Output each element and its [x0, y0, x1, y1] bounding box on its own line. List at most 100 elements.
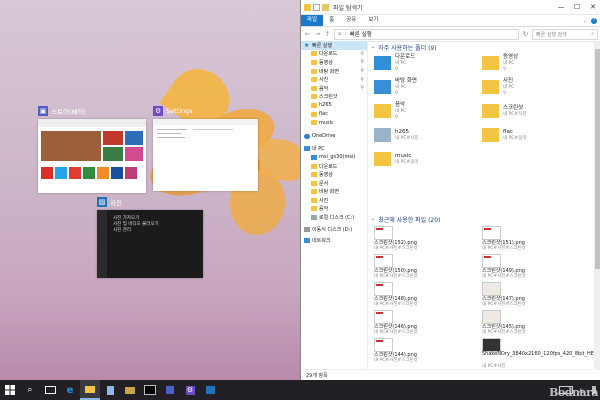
frequent-folder-item[interactable]: 다운로드 내 PC ⚲: [374, 53, 474, 73]
taskbar-explorer-2[interactable]: [120, 380, 140, 400]
recent-file-item[interactable]: 스크린샷(152).png 내 PC#사진#스크린샷: [374, 226, 479, 251]
gear-icon: ⚙: [185, 385, 195, 395]
nav-item[interactable]: 바탕 화면 ⚲: [301, 67, 367, 76]
snap-thumb-photos[interactable]: ▨ 사진 사진 가져오기 사진 및 비디오 불러오기 사진 관리: [97, 196, 203, 278]
recent-file-item[interactable]: 스크린샷(146).png 내 PC#사진#스크린샷: [374, 310, 479, 335]
pin-icon[interactable]: ⚲: [395, 91, 417, 97]
recent-file-item[interactable]: 스크린샷(151).png 내 PC#사진#스크린샷: [482, 226, 587, 251]
frequent-folder-item[interactable]: 음악 내 PC ⚲: [374, 101, 474, 121]
snap-thumb-settings[interactable]: ⚙ Settings: [153, 105, 258, 191]
nav-pc-item[interactable]: 음악: [301, 205, 367, 214]
nav-pc-item[interactable]: 로컬 디스크 (C:): [301, 213, 367, 222]
frequent-folder-item[interactable]: 동영상 내 PC ⚲: [482, 53, 582, 73]
taskbar-file-explorer[interactable]: [80, 380, 100, 400]
nav-item[interactable]: music: [301, 118, 367, 127]
pin-icon[interactable]: ⚲: [360, 51, 364, 57]
start-button[interactable]: [0, 380, 20, 400]
ribbon-expand-icon[interactable]: ⌄: [583, 18, 587, 24]
pin-icon[interactable]: ⚲: [503, 91, 514, 97]
vertical-scrollbar[interactable]: [594, 41, 600, 369]
navigation-pane: ★ 빠른 실행 다운로드 ⚲ 동영상 ⚲ 바탕 화면 ⚲ 사진 ⚲ 음악 ⚲ 스크린샷 h265 fla…: [301, 41, 368, 369]
pin-icon[interactable]: ⚲: [395, 67, 415, 73]
nav-label: 동영상: [319, 172, 333, 179]
folder-icon[interactable]: [304, 3, 311, 11]
taskbar-photos[interactable]: [200, 380, 220, 400]
folder-icon: [311, 59, 317, 65]
minimize-button[interactable]: —: [553, 3, 569, 11]
tab-file[interactable]: 파일: [301, 15, 324, 26]
recent-files-header[interactable]: ⌄ 최근에 사용한 파일 (20): [368, 214, 440, 224]
taskbar-store[interactable]: [160, 380, 180, 400]
nav-item[interactable]: 동영상 ⚲: [301, 58, 367, 67]
drive-icon: [311, 215, 317, 221]
taskbar-edge[interactable]: e: [60, 380, 80, 400]
recent-file-item[interactable]: 스크린샷(147).png 내 PC#사진#스크린샷: [482, 282, 587, 307]
snap-thumb-store[interactable]: ▣ 스토어(베타): [38, 105, 146, 193]
pin-icon[interactable]: ⚲: [360, 77, 364, 83]
nav-onedrive[interactable]: OneDrive: [301, 132, 367, 141]
nav-pc-item[interactable]: msi_gs30(msi): [301, 153, 367, 162]
pin-icon[interactable]: ⚲: [360, 59, 364, 65]
nav-label: 빠른 실행: [312, 42, 332, 49]
tab-view[interactable]: 보기: [362, 15, 384, 26]
nav-pc-item[interactable]: 사진: [301, 196, 367, 205]
pin-icon[interactable]: ⚲: [503, 67, 518, 73]
close-button[interactable]: ✕: [585, 3, 600, 11]
search-button[interactable]: ⌕: [20, 380, 40, 400]
frequent-folders-header[interactable]: ⌄ 자주 사용하는 폴더 (9): [368, 42, 437, 52]
pin-icon[interactable]: ⚲: [360, 68, 364, 74]
refresh-icon[interactable]: ↻: [522, 30, 529, 38]
pin-icon[interactable]: ⚲: [395, 115, 406, 121]
maximize-button[interactable]: ☐: [569, 3, 585, 11]
forward-arrow-icon[interactable]: →: [314, 30, 321, 38]
windows-logo-icon: [5, 385, 15, 395]
nav-quick-access[interactable]: ★ 빠른 실행: [301, 41, 367, 50]
help-icon[interactable]: ?: [591, 17, 597, 24]
up-arrow-icon[interactable]: ↑: [324, 30, 331, 38]
nav-pc-item[interactable]: 다운로드: [301, 162, 367, 171]
recent-file-item[interactable]: 스크린샷(145).png 내 PC#사진#스크린샷: [482, 310, 587, 335]
address-bar[interactable]: ⌂ › 빠른 실행: [334, 28, 519, 40]
recent-file-item[interactable]: 스크린샷(149).png 내 PC#사진#스크린샷: [482, 254, 587, 279]
taskbar-cmd[interactable]: [140, 380, 160, 400]
nav-removable-disk[interactable]: 이동식 디스크 (D:): [301, 225, 367, 234]
image-thumbnail-icon: [374, 226, 393, 240]
file-location: 내 PC#사진#스크린샷: [374, 246, 418, 251]
nav-pc-item[interactable]: 바탕 화면: [301, 188, 367, 197]
recent-file-item[interactable]: 스크린샷(150).png 내 PC#사진#스크린샷: [374, 254, 479, 279]
photos-preview-text: 사진 관리: [113, 228, 131, 233]
frequent-folder-item[interactable]: music 내 PC#음악: [374, 149, 474, 169]
nav-network[interactable]: 네트워크: [301, 236, 367, 245]
folder-location: 내 PC#음악: [395, 159, 419, 165]
nav-item[interactable]: 사진 ⚲: [301, 75, 367, 84]
file-location: 내 PC#사진#스크린샷: [482, 274, 526, 279]
nav-this-pc[interactable]: 내 PC: [301, 145, 367, 154]
taskbar-settings[interactable]: ⚙: [180, 380, 200, 400]
frequent-folder-item[interactable]: 바탕 화면 내 PC ⚲: [374, 77, 474, 97]
nav-label: 문서: [319, 180, 329, 187]
frequent-folder-item[interactable]: 스크린샷 내 PC#사진: [482, 101, 582, 121]
recent-file-item[interactable]: 스크린샷(144).png 내 PC#사진#스크린샷: [374, 338, 479, 363]
new-folder-icon[interactable]: [322, 3, 329, 11]
nav-item[interactable]: flac: [301, 110, 367, 119]
recent-file-item[interactable]: ShakeNDry_3840x2160_120fps_420_8bit_HEVC…: [482, 338, 594, 369]
nav-item[interactable]: 음악 ⚲: [301, 84, 367, 93]
tab-share[interactable]: 공유: [340, 15, 362, 26]
nav-item[interactable]: h265: [301, 101, 367, 110]
search-input[interactable]: 빠른 실행 검색 ⌕: [532, 28, 598, 40]
tab-home[interactable]: 홈: [323, 15, 340, 26]
frequent-folder-item[interactable]: 사진 내 PC ⚲: [482, 77, 582, 97]
pin-icon[interactable]: ⚲: [360, 85, 364, 91]
frequent-folder-item[interactable]: flac 내 PC#음악: [482, 125, 582, 145]
back-arrow-icon[interactable]: ←: [304, 30, 311, 38]
properties-icon[interactable]: [313, 3, 320, 11]
task-view-button[interactable]: [40, 380, 60, 400]
nav-pc-item[interactable]: 동영상: [301, 170, 367, 179]
nav-item[interactable]: 스크린샷: [301, 93, 367, 102]
recent-file-item[interactable]: 스크린샷(148).png 내 PC#사진#스크린샷: [374, 282, 479, 307]
nav-item[interactable]: 다운로드 ⚲: [301, 50, 367, 59]
nav-pc-item[interactable]: 문서: [301, 179, 367, 188]
scrollbar-thumb[interactable]: [595, 49, 600, 269]
taskbar-document[interactable]: [100, 380, 120, 400]
frequent-folder-item[interactable]: h265 내 PC#사진: [374, 125, 474, 145]
